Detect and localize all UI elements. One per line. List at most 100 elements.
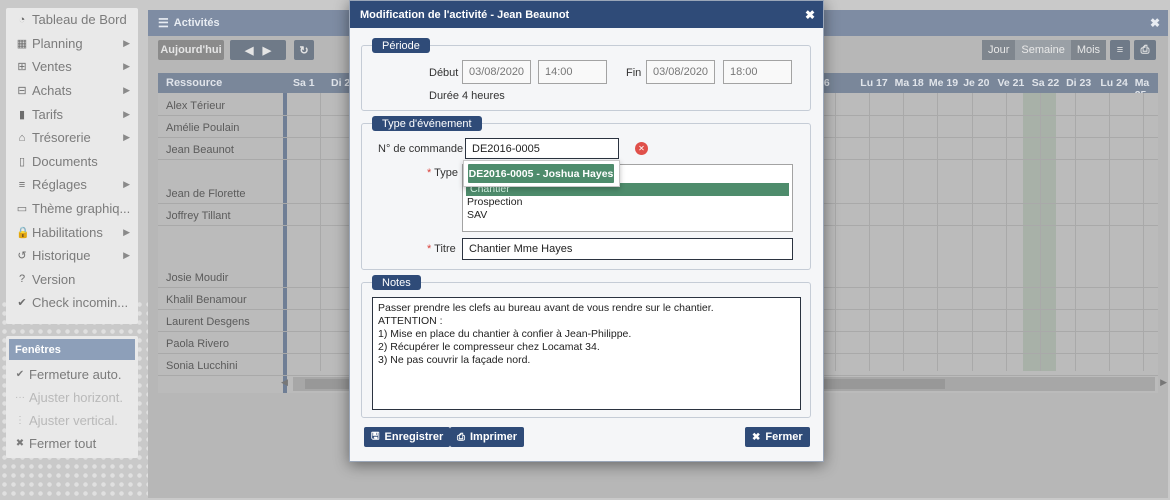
monitor-icon: ▭ [16,203,28,216]
close-icon[interactable]: ✖ [805,8,815,22]
prev-next-buttons[interactable]: ◀ ▶ [230,40,286,60]
notes-section: Notes Passer prendre les clefs au bureau… [361,275,811,418]
day-header: Me 19 [928,77,959,89]
chevron-right-icon: ▶ [123,108,130,119]
print-icon: ⎙ [457,431,465,443]
sidebar-item[interactable]: ◔ Tableau de Bord [6,8,138,32]
chevron-right-icon: ▶ [123,250,130,261]
sidebar-item-label: Achats [32,83,72,99]
scroll-left-icon[interactable]: ◀ [281,377,288,388]
view-button[interactable]: Semaine [1015,40,1071,60]
close-icon: ✖ [752,431,761,443]
notes-textarea[interactable]: Passer prendre les clefs au bureau avant… [372,297,801,410]
view-button[interactable]: Mois [1070,40,1107,60]
sidebar-item[interactable]: ⊞ Ventes ▶ [6,55,138,79]
clear-order-icon[interactable]: ✕ [635,142,648,155]
duree-value: 4 heures [462,90,505,102]
debut-time-input[interactable]: 14:00 [538,60,607,84]
required-marker: * [427,243,432,255]
day-header: Lu 24 [1100,77,1128,89]
grid-line [834,93,836,371]
title-input[interactable]: Chantier Mme Hayes [462,238,793,260]
sidebar-item[interactable]: ⊟ Achats ▶ [6,79,138,103]
dashboard-icon: ◔ [18,13,26,26]
refresh-button[interactable]: ↻ [294,40,314,60]
book-icon: ▮ [18,108,26,121]
main-menu: ◔ Tableau de Bord ▦ Planning ▶ ⊞ Ventes ▶ ⊟ Achat… [6,8,138,324]
sidebar-item-label: Historique [32,248,91,264]
sidebar-item-label: Trésorerie [32,130,91,146]
bank-icon: ⌂ [18,131,26,144]
scroll-right-icon[interactable]: ▶ [1160,377,1167,388]
sidebar-item[interactable]: ? Version [6,268,138,292]
type-label-text: Type [434,167,458,179]
check-icon: ✔ [15,369,25,380]
type-option[interactable]: Prospection [463,196,792,209]
list-icon: ☰ [158,16,169,30]
lock-icon: 🔒 [16,226,30,239]
type-label: * Type [427,167,458,179]
column-separator [283,93,287,393]
next-icon[interactable]: ▶ [263,44,271,57]
settings-button[interactable]: ≡ [1110,40,1130,60]
grid-line [868,93,870,371]
resource-name: Josie Moudir [166,272,229,284]
sidebar-item[interactable]: 🔒 Habilitations ▶ [6,220,138,244]
grid-line [1074,93,1076,371]
dialog-header: Modification de l'activité - Jean Beauno… [350,1,823,28]
windows-item[interactable]: ✖ Fermer tout [6,432,138,455]
type-option[interactable]: SAV [463,209,792,222]
save-button[interactable]: 🖫 Enregistrer [364,427,451,447]
notes-legend: Notes [372,275,421,290]
debut-date-input[interactable]: 03/08/2020 [462,60,531,84]
sidebar-item-label: Tableau de Bord [32,12,127,28]
chevron-right-icon: ▶ [123,85,130,96]
periode-section: Période Début 03/08/2020 14:00 Fin 03/08… [361,38,811,111]
print-button[interactable]: ⎙ [1134,40,1156,60]
sidebar-item[interactable]: ⌂ Trésorerie ▶ [6,126,138,150]
grid-line [1108,93,1110,371]
grid-line [1143,93,1145,371]
day-header: Sa 22 [1031,77,1060,89]
sidebar-item[interactable]: ▦ Planning ▶ [6,32,138,56]
windows-item[interactable]: ✔ Fermeture auto. [6,363,138,386]
sidebar-item[interactable]: ▮ Tarifs ▶ [6,102,138,126]
sidebar-item[interactable]: ✔ Check incomin... [6,291,138,315]
sidebar-item[interactable]: ▭ Thème graphiq... [6,197,138,221]
sidebar-item[interactable]: ↺ Historique ▶ [6,244,138,268]
save-button-label: Enregistrer [384,431,444,443]
view-button[interactable]: Jour [982,40,1016,60]
sidebar-item[interactable]: ▯ Documents [6,150,138,174]
view-switcher: Jour Semaine Mois [982,40,1107,60]
resource-name: Jean Beaunot [166,144,234,156]
sidebar-item-label: Documents [32,153,98,169]
check-icon: ✔ [17,297,27,310]
windows-item-label: Fermer tout [29,436,97,451]
chevron-right-icon: ▶ [123,132,130,143]
close-icon[interactable]: ✖ [1150,16,1160,30]
print-button[interactable]: ⎙ Imprimer [450,427,525,447]
day-header: Lu 17 [860,77,888,89]
previous-icon[interactable]: ◀ [245,44,253,57]
windows-item-label: Ajuster vertical. [29,413,118,428]
sidebar-item[interactable]: ≡ Réglages ▶ [6,173,138,197]
close-button[interactable]: ✖ Fermer [745,427,810,447]
chevron-right-icon: ▶ [123,226,130,237]
order-number-input[interactable]: DE2016-0005 [465,138,619,159]
windows-item: ⋮ Ajuster vertical. [6,409,138,432]
fin-time-input[interactable]: 18:00 [723,60,792,84]
sidebar-item-label: Planning [32,35,83,51]
print-icon: ⎙ [1140,43,1150,56]
fin-label: Fin [626,67,642,79]
fin-date-input[interactable]: 03/08/2020 [646,60,715,84]
windows-item-label: Fermeture auto. [29,367,122,382]
autocomplete-item[interactable]: DE2016-0005 - Joshua Hayes [468,164,614,183]
resource-name: Jean de Florette [166,188,246,200]
sidebar-item-label: Tarifs [32,106,64,122]
grid-line [320,93,321,371]
day-header: Sa 1 [293,77,315,89]
today-button[interactable]: Aujourd'hui [158,40,224,60]
grid-line [903,93,905,371]
grid-line [937,93,939,371]
activities-window-title: Activités [173,17,220,29]
